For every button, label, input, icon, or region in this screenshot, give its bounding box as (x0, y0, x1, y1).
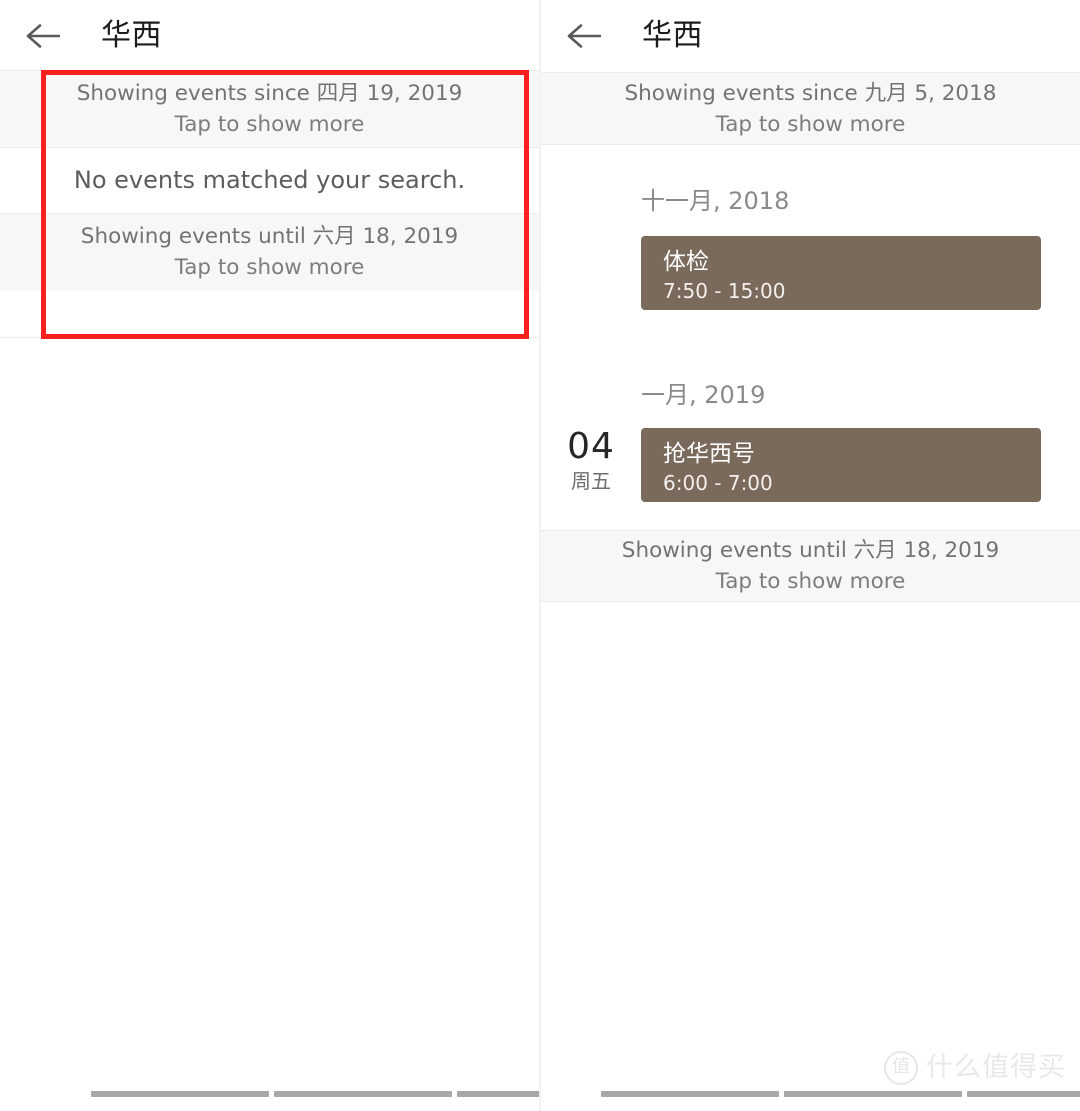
nav-back-key[interactable] (967, 1091, 1080, 1097)
agenda-row: 04 周五 抢华西号 6:00 - 7:00 (541, 428, 1080, 502)
nav-home-key[interactable] (784, 1091, 962, 1097)
left-page-title: 华西 (101, 17, 162, 53)
left-showing-since-line2: Tap to show more (174, 112, 365, 137)
event-time: 6:00 - 7:00 (663, 471, 773, 495)
agenda-day-number: 04 (567, 426, 615, 467)
back-arrow-icon[interactable] (564, 16, 604, 56)
left-showing-since-band[interactable]: Showing events since 四月 19, 2019 Tap to … (0, 70, 539, 148)
left-app-bar: 华西 (0, 0, 539, 71)
event-title: 体检 (663, 249, 709, 275)
event-chip[interactable]: 抢华西号 6:00 - 7:00 (641, 428, 1041, 502)
nav-home-key[interactable] (274, 1091, 452, 1097)
event-chip[interactable]: 体检 7:50 - 15:00 (641, 236, 1041, 310)
month-header-2019-01: 一月, 2019 (641, 381, 766, 409)
back-arrow-icon[interactable] (23, 16, 63, 56)
right-showing-until-line2: Tap to show more (715, 569, 906, 594)
left-system-navbar (0, 1061, 539, 1111)
right-showing-until-line1: Showing events until 六月 18, 2019 (621, 538, 1000, 563)
agenda-day-weekday: 周五 (571, 469, 611, 493)
right-screenshot-panel: 华西 Showing events since 九月 5, 2018 Tap t… (541, 0, 1080, 1111)
left-showing-until-line2: Tap to show more (174, 255, 365, 280)
left-showing-since-line1: Showing events since 四月 19, 2019 (76, 81, 463, 106)
right-showing-since-line2: Tap to show more (715, 111, 906, 137)
left-agenda-empty-space (0, 290, 539, 338)
right-app-bar: 华西 (541, 0, 1080, 71)
agenda-day-column: 04 周五 (541, 428, 641, 494)
nav-recent-apps-key[interactable] (91, 1091, 269, 1097)
right-system-navbar (541, 1061, 1080, 1111)
right-showing-since-band[interactable]: Showing events since 九月 5, 2018 Tap to s… (541, 72, 1080, 145)
left-no-events-text: No events matched your search. (73, 166, 466, 194)
left-no-events-notice: No events matched your search. (0, 147, 539, 214)
right-showing-since-line1: Showing events since 九月 5, 2018 (624, 80, 997, 106)
screenshot-root: 华西 Showing events since 四月 19, 2019 Tap … (0, 0, 1080, 1111)
left-screenshot-panel: 华西 Showing events since 四月 19, 2019 Tap … (0, 0, 539, 1111)
event-time: 7:50 - 15:00 (663, 279, 786, 303)
left-showing-until-band[interactable]: Showing events until 六月 18, 2019 Tap to … (0, 213, 539, 291)
event-title: 抢华西号 (663, 441, 755, 467)
agenda-row: 体检 7:50 - 15:00 (541, 236, 1080, 310)
nav-recent-apps-key[interactable] (601, 1091, 779, 1097)
nav-back-key[interactable] (457, 1091, 539, 1097)
right-showing-until-band[interactable]: Showing events until 六月 18, 2019 Tap to … (541, 530, 1080, 602)
right-page-title: 华西 (642, 17, 703, 53)
month-header-2018-11: 十一月, 2018 (641, 187, 790, 215)
left-showing-until-line1: Showing events until 六月 18, 2019 (80, 224, 459, 249)
